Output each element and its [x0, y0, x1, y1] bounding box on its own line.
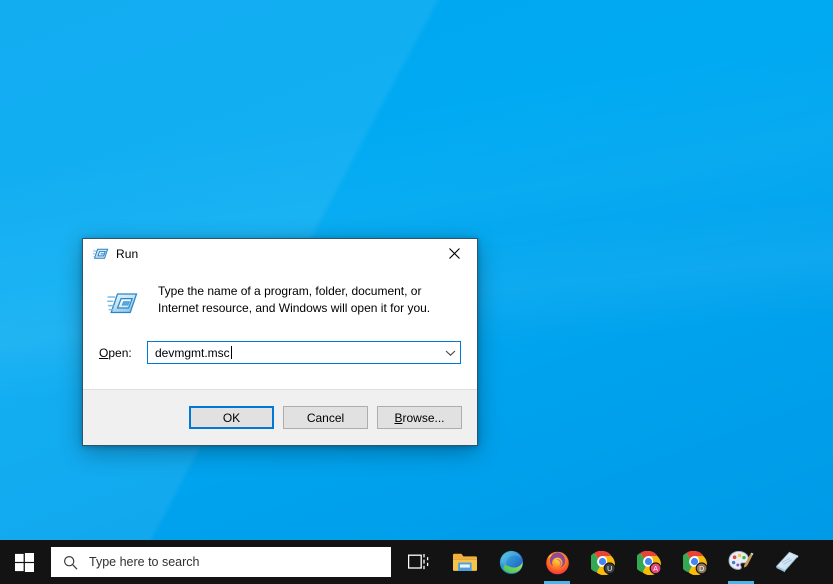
chrome-profile-badge-a: A [653, 566, 658, 573]
taskbar[interactable]: Type here to search U A D [0, 540, 833, 584]
open-combobox[interactable]: devmgmt.msc [147, 341, 461, 364]
dialog-titlebar[interactable]: Run [83, 239, 477, 269]
dialog-footer: OK Cancel Browse... [83, 389, 477, 445]
prompt-row: Type the name of a program, folder, docu… [83, 269, 477, 319]
sticky-notes-icon [775, 551, 799, 573]
search-icon [63, 555, 78, 570]
taskbar-item-microsoft-edge[interactable] [488, 540, 534, 584]
folder-icon [453, 553, 477, 571]
chrome-icon: A [636, 550, 662, 575]
search-box[interactable]: Type here to search [51, 547, 391, 577]
taskbar-item-paint[interactable] [718, 540, 764, 584]
search-placeholder: Type here to search [89, 555, 200, 569]
taskbar-item-chrome-profile-a[interactable]: A [626, 540, 672, 584]
start-button[interactable] [0, 540, 48, 584]
chevron-down-icon [445, 350, 456, 356]
paint-palette-icon [728, 550, 754, 570]
taskbar-item-sticky-notes[interactable] [764, 540, 810, 584]
taskbar-item-chrome-profile-u[interactable]: U [580, 540, 626, 584]
open-label: Open: [99, 345, 132, 360]
run-icon-large [107, 287, 139, 319]
dialog-description: Type the name of a program, folder, docu… [158, 284, 431, 315]
run-dialog[interactable]: Run Type the name of a program, folder, … [82, 238, 478, 446]
edge-icon [499, 550, 523, 574]
windows-logo-icon [14, 552, 34, 572]
chrome-profile-badge-u: U [607, 566, 612, 573]
run-icon [92, 246, 109, 262]
ok-button[interactable]: OK [189, 406, 274, 429]
open-row: Open: devmgmt.msc [83, 319, 477, 364]
text-cursor [230, 346, 232, 359]
chrome-icon: D [682, 550, 708, 575]
close-icon [449, 248, 460, 259]
taskbar-item-chrome-profile-d[interactable]: D [672, 540, 718, 584]
dialog-title: Run [116, 247, 139, 261]
browse-button[interactable]: Browse... [377, 406, 462, 429]
firefox-icon [545, 551, 569, 574]
taskbar-item-file-explorer[interactable] [442, 540, 488, 584]
open-input-value[interactable]: devmgmt.msc [155, 346, 230, 360]
taskbar-item-firefox[interactable] [534, 540, 580, 584]
chrome-icon: U [590, 550, 616, 575]
taskbar-item-task-view[interactable] [396, 540, 442, 584]
cancel-button[interactable]: Cancel [283, 406, 368, 429]
dialog-body: Type the name of a program, folder, docu… [83, 269, 477, 389]
dropdown-toggle[interactable] [441, 342, 460, 363]
chrome-profile-badge-d: D [699, 566, 704, 573]
close-button[interactable] [432, 239, 477, 268]
task-view-icon [408, 554, 429, 570]
